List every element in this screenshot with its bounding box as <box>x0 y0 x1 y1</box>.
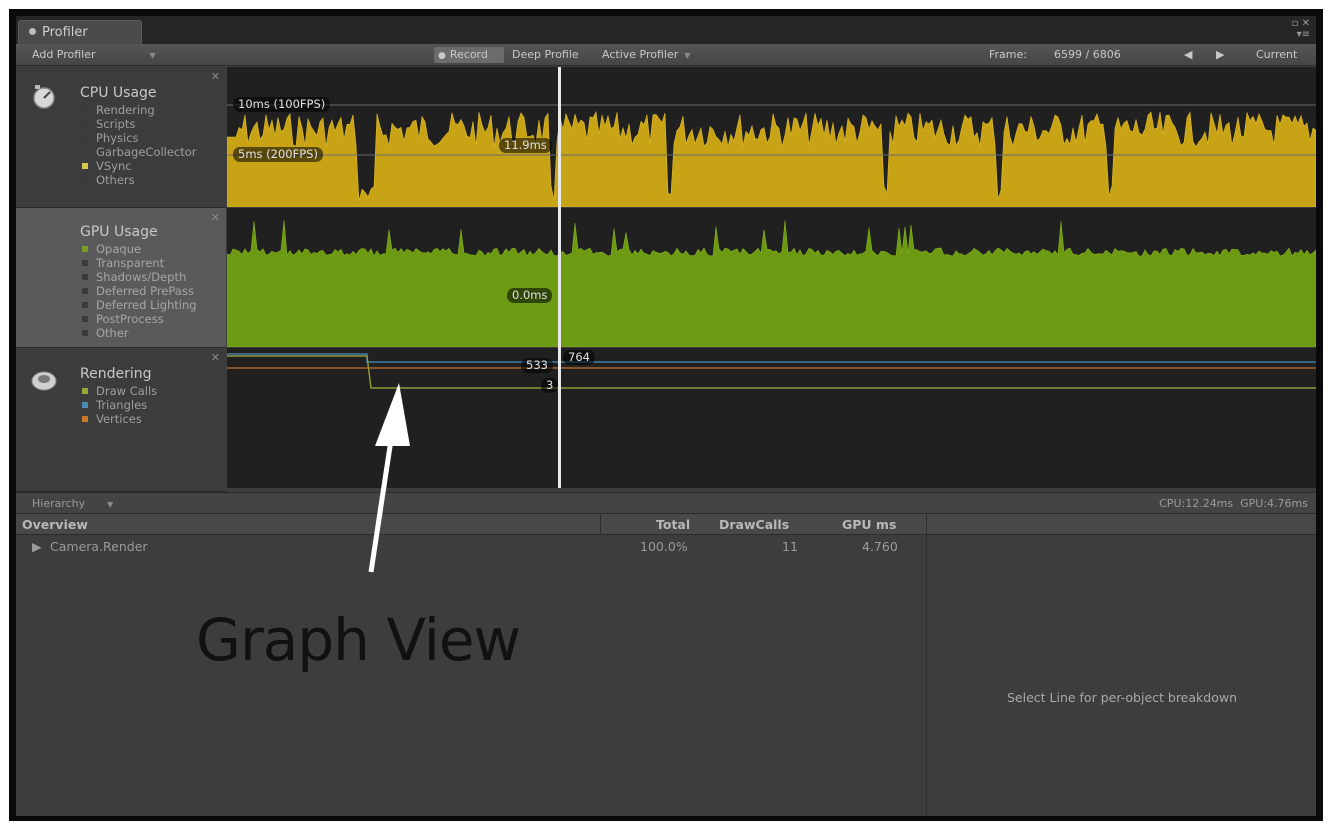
annotation-arrow <box>368 383 410 573</box>
annotation-label: Graph View <box>196 606 521 674</box>
profiler-window: Profiler ▫ ✕ ▾≡ Add Profiler ▼ ● Record De… <box>16 16 1316 816</box>
